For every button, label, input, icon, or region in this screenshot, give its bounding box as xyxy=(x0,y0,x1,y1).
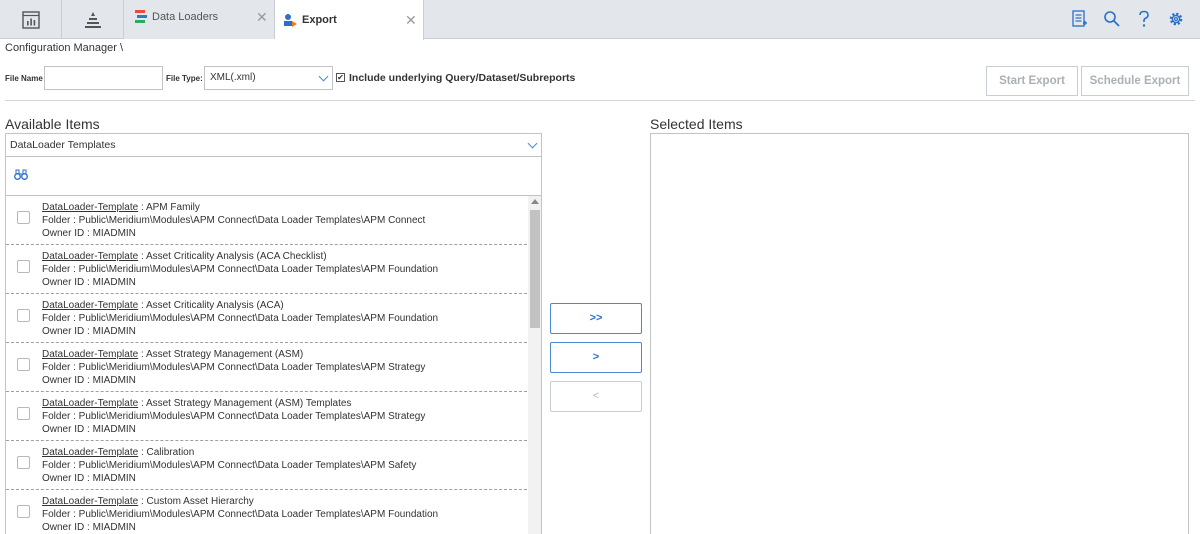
item-type-link[interactable]: DataLoader-Template xyxy=(42,202,138,213)
scroll-thumb[interactable] xyxy=(530,210,540,328)
item-folder: Folder : Public\Meridium\Modules\APM Con… xyxy=(42,362,426,373)
item-name: : APM Family xyxy=(138,202,200,213)
search-icon xyxy=(1104,11,1120,27)
dashboard-tab[interactable] xyxy=(0,0,62,39)
divider xyxy=(5,100,1195,101)
list-item[interactable]: DataLoader-Template : Calibration Folder… xyxy=(6,441,527,490)
item-name: : Calibration xyxy=(138,447,195,458)
item-name: : Asset Strategy Management (ASM) xyxy=(138,349,304,360)
tab-label: Data Loaders xyxy=(152,11,219,23)
item-folder: Folder : Public\Meridium\Modules\APM Con… xyxy=(42,313,439,324)
item-type-link[interactable]: DataLoader-Template xyxy=(42,447,138,458)
report-icon xyxy=(1072,10,1087,27)
tab-label: Export xyxy=(302,14,337,26)
selected-items-title: Selected Items xyxy=(650,116,743,132)
help-icon xyxy=(1139,10,1149,27)
remove-button[interactable]: < xyxy=(550,381,642,412)
chevron-down-icon xyxy=(527,138,538,149)
add-button[interactable]: > xyxy=(550,342,642,373)
item-type-link[interactable]: DataLoader-Template xyxy=(42,251,138,262)
item-checkbox[interactable] xyxy=(17,358,30,371)
item-type-link[interactable]: DataLoader-Template xyxy=(42,300,138,311)
item-checkbox[interactable] xyxy=(17,211,30,224)
list-item[interactable]: DataLoader-Template : Asset Strategy Man… xyxy=(6,392,527,441)
item-type-link[interactable]: DataLoader-Template xyxy=(42,349,138,360)
scroll-up-icon[interactable] xyxy=(531,199,539,204)
file-type-label: File Type: xyxy=(166,74,203,83)
available-items-list: DataLoader-Template : APM Family Folder … xyxy=(5,196,542,534)
item-type-link[interactable]: DataLoader-Template xyxy=(42,398,138,409)
list-item[interactable]: DataLoader-Template : APM Family Folder … xyxy=(6,196,527,245)
breadcrumb: Configuration Manager \ xyxy=(5,42,124,54)
export-icon xyxy=(284,14,297,27)
file-name-input[interactable] xyxy=(44,66,163,90)
report-button[interactable] xyxy=(1064,8,1096,30)
item-folder: Folder : Public\Meridium\Modules\APM Con… xyxy=(42,509,439,520)
item-owner: Owner ID : MIADMIN xyxy=(42,375,136,386)
item-folder: Folder : Public\Meridium\Modules\APM Con… xyxy=(42,460,417,471)
file-type-select[interactable]: XML(.xml) xyxy=(204,66,333,90)
item-name: : Asset Criticality Analysis (ACA) xyxy=(138,300,284,311)
item-folder: Folder : Public\Meridium\Modules\APM Con… xyxy=(42,264,439,275)
tab-export[interactable]: Export ✕ xyxy=(275,0,424,40)
file-name-label: File Name xyxy=(5,74,43,83)
item-checkbox[interactable] xyxy=(17,309,30,322)
dashboard-icon xyxy=(21,10,40,29)
top-tab-bar: Data Loaders ✕ Export ✕ xyxy=(0,0,1200,40)
binoculars-icon[interactable] xyxy=(14,169,28,181)
hierarchy-tab[interactable] xyxy=(62,0,124,39)
start-export-button[interactable]: Start Export xyxy=(986,66,1078,96)
item-checkbox[interactable] xyxy=(17,505,30,518)
available-items-title: Available Items xyxy=(5,116,100,132)
item-folder: Folder : Public\Meridium\Modules\APM Con… xyxy=(42,215,426,226)
list-item[interactable]: DataLoader-Template : Asset Criticality … xyxy=(6,294,527,343)
chevron-down-icon xyxy=(318,71,329,82)
include-subreports-label: Include underlying Query/Dataset/Subrepo… xyxy=(349,72,576,84)
item-owner: Owner ID : MIADMIN xyxy=(42,228,136,239)
item-name: : Asset Criticality Analysis (ACA Checkl… xyxy=(138,251,327,262)
item-owner: Owner ID : MIADMIN xyxy=(42,277,136,288)
tab-data-loaders[interactable]: Data Loaders ✕ xyxy=(124,0,275,39)
search-button[interactable] xyxy=(1096,8,1128,30)
selected-items-list[interactable] xyxy=(650,133,1189,534)
item-owner: Owner ID : MIADMIN xyxy=(42,473,136,484)
item-owner: Owner ID : MIADMIN xyxy=(42,522,136,533)
item-name: : Asset Strategy Management (ASM) Templa… xyxy=(138,398,352,409)
list-item[interactable]: DataLoader-Template : Asset Strategy Man… xyxy=(6,343,527,392)
schedule-export-button[interactable]: Schedule Export xyxy=(1081,66,1189,96)
include-subreports-checkbox[interactable]: ✔ xyxy=(336,73,345,82)
item-type-select[interactable]: DataLoader Templates xyxy=(5,133,542,157)
add-all-button[interactable]: >> xyxy=(550,303,642,334)
close-icon[interactable]: ✕ xyxy=(256,9,268,26)
list-item[interactable]: DataLoader-Template : Asset Criticality … xyxy=(6,245,527,294)
hierarchy-icon xyxy=(84,11,101,28)
item-type-link[interactable]: DataLoader-Template xyxy=(42,496,138,507)
item-folder: Folder : Public\Meridium\Modules\APM Con… xyxy=(42,411,426,422)
item-checkbox[interactable] xyxy=(17,407,30,420)
item-checkbox[interactable] xyxy=(17,456,30,469)
search-area xyxy=(5,157,542,196)
scrollbar[interactable] xyxy=(528,196,541,534)
settings-button[interactable] xyxy=(1160,8,1192,30)
item-checkbox[interactable] xyxy=(17,260,30,273)
item-owner: Owner ID : MIADMIN xyxy=(42,326,136,337)
list-item[interactable]: DataLoader-Template : Custom Asset Hiera… xyxy=(6,490,527,534)
item-owner: Owner ID : MIADMIN xyxy=(42,424,136,435)
item-name: : Custom Asset Hierarchy xyxy=(138,496,254,507)
data-loaders-icon xyxy=(135,10,147,23)
close-icon[interactable]: ✕ xyxy=(405,12,417,29)
file-type-value: XML(.xml) xyxy=(210,72,256,83)
settings-icon xyxy=(1169,12,1183,26)
help-button[interactable] xyxy=(1128,8,1160,30)
item-type-value: DataLoader Templates xyxy=(10,139,116,151)
